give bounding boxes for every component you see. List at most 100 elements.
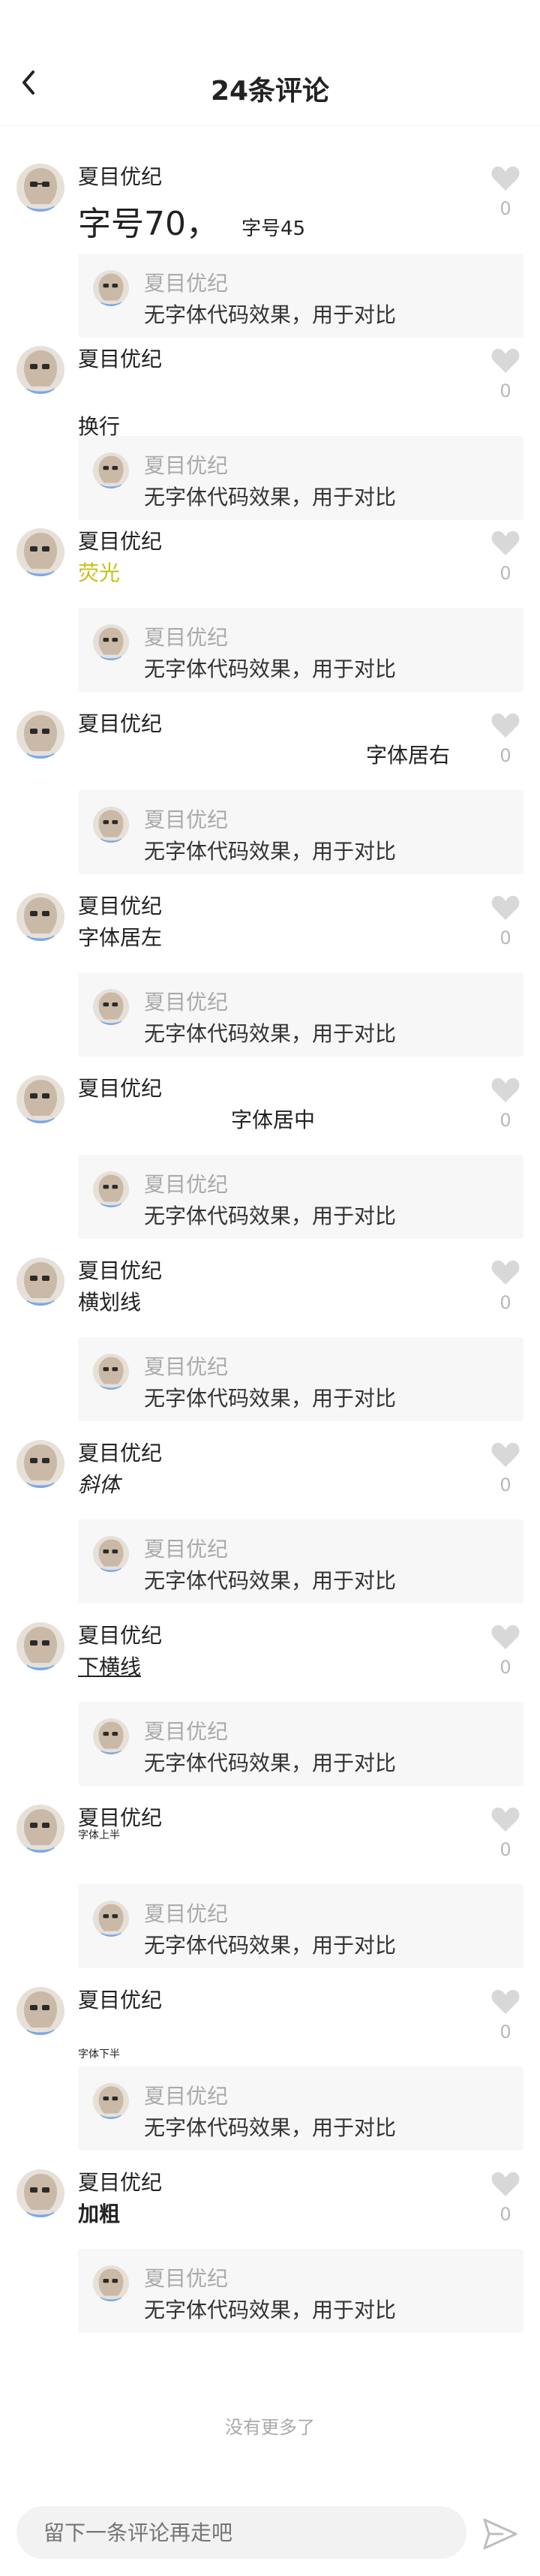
like-button[interactable]: 0 [489,1624,522,1678]
comment-text-big: 字号70， [78,205,219,243]
comment-item: 夏目优纪 斜体 0 夏目优纪 无字体代码效果，用于对比 [0,1402,540,1604]
avatar[interactable] [16,1440,64,1488]
user-name[interactable]: 夏目优纪 [78,1984,162,2014]
reply-avatar[interactable] [93,1171,129,1207]
user-name[interactable]: 夏目优纪 [78,1619,162,1649]
reply-avatar[interactable] [93,1354,129,1390]
comment-input[interactable] [16,2506,466,2559]
avatar[interactable] [16,1258,64,1306]
user-name[interactable]: 夏目优纪 [78,1255,162,1285]
reply-avatar[interactable] [93,1536,129,1572]
like-count: 0 [500,1657,512,1678]
reply-user-name[interactable]: 夏目优纪 [144,1898,228,1928]
reply-user-name[interactable]: 夏目优纪 [144,2262,228,2292]
reply-avatar[interactable] [93,807,129,843]
reply-item: 夏目优纪 无字体代码效果，用于对比 [78,2249,524,2333]
reply-avatar[interactable] [93,624,129,660]
reply-avatar[interactable] [93,989,129,1025]
reply-user-name[interactable]: 夏目优纪 [144,267,228,297]
comment-text: 字体下半 [78,2012,468,2060]
like-button[interactable]: 0 [489,2171,522,2225]
heart-icon [491,1442,520,1467]
avatar[interactable] [16,1805,64,1853]
like-button[interactable]: 0 [489,1077,522,1131]
comment-text: 荧光 [78,561,121,585]
heart-icon [491,1807,520,1832]
heart-icon [491,531,520,555]
reply-avatar[interactable] [93,452,129,488]
user-name[interactable]: 夏目优纪 [78,708,162,738]
like-button[interactable]: 0 [489,347,522,401]
avatar[interactable] [16,528,64,576]
comment-text: 字体居中 [230,1108,315,1132]
heart-icon [491,2172,520,2196]
like-button[interactable]: 0 [489,1441,522,1495]
reply-user-name[interactable]: 夏目优纪 [144,449,228,479]
like-count: 0 [500,927,512,948]
comment-input-bar[interactable] [16,2506,466,2559]
avatar[interactable] [16,1622,64,1670]
user-name[interactable]: 夏目优纪 [78,1437,162,1467]
like-button[interactable]: 0 [489,1988,522,2042]
comment-item: 夏目优纪 字体下半 0 夏目优纪 无字体代码效果，用于对比 [0,1949,540,2151]
reply-avatar[interactable] [93,2265,129,2301]
comment-text: 字号70， 字号45 [78,197,468,245]
reply-avatar[interactable] [93,1901,129,1937]
like-count: 0 [500,1474,512,1495]
reply-user-name[interactable]: 夏目优纪 [144,1715,228,1745]
comment-text: 字体居右 [365,743,450,768]
avatar[interactable] [16,164,64,212]
comment-text: 斜体 [78,1472,121,1497]
like-button[interactable]: 0 [489,712,522,766]
reply-user-name[interactable]: 夏目优纪 [144,621,228,651]
comment-item: 夏目优纪 字体居左 0 夏目优纪 无字体代码效果，用于对比 [0,855,540,1057]
comment-text-small: 字号45 [242,218,306,240]
reply-user-name[interactable]: 夏目优纪 [144,1168,228,1198]
comment-item: 夏目优纪 字体居右 0 夏目优纪 无字体代码效果，用于对比 [0,673,540,874]
comment-item: 夏目优纪 字号70， 字号45 0 夏目优纪 无字体代码效果，用于对比 [0,126,540,338]
user-name[interactable]: 夏目优纪 [78,525,162,555]
heart-icon [491,713,520,738]
like-button[interactable]: 0 [489,1259,522,1313]
user-name[interactable]: 夏目优纪 [78,161,162,191]
reply-avatar[interactable] [93,1718,129,1754]
heart-icon [491,895,520,920]
like-button[interactable]: 0 [489,165,522,219]
avatar[interactable] [16,346,64,394]
like-button[interactable]: 0 [489,530,522,584]
comment-text: 横划线 [78,1290,142,1315]
reply-user-name[interactable]: 夏目优纪 [144,2080,228,2110]
user-name[interactable]: 夏目优纪 [78,2166,162,2196]
user-name[interactable]: 夏目优纪 [78,343,162,373]
avatar[interactable] [16,711,64,759]
comment-item: 夏目优纪 下横线 0 夏目优纪 无字体代码效果，用于对比 [0,1585,540,1786]
heart-icon [491,1989,520,2014]
send-icon [483,2518,518,2550]
reply-avatar[interactable] [93,270,129,306]
like-count: 0 [500,1839,512,1860]
like-button[interactable]: 0 [489,894,522,948]
like-button[interactable]: 0 [489,1806,522,1860]
reply-user-name[interactable]: 夏目优纪 [144,986,228,1016]
avatar[interactable] [16,893,64,941]
user-name[interactable]: 夏目优纪 [78,890,162,920]
like-count: 0 [500,2204,512,2225]
reply-user-name[interactable]: 夏目优纪 [144,1351,228,1381]
app-header: 24条评论 [0,0,540,126]
reply-avatar[interactable] [93,2083,129,2119]
comment-item: 夏目优纪 字体上半 0 夏目优纪 无字体代码效果，用于对比 [0,1767,540,1968]
like-count: 0 [500,745,512,766]
avatar[interactable] [16,2169,64,2217]
like-count: 0 [500,380,512,401]
avatar[interactable] [16,1987,64,2035]
avatar[interactable] [16,1075,64,1123]
page-title: 24条评论 [210,76,330,107]
comment-text: 字体上半 [78,1829,120,1841]
send-button[interactable] [480,2514,520,2554]
comment-text: 下横线 [78,1655,142,1679]
comment-item: 夏目优纪 加粗 0 夏目优纪 无字体代码效果，用于对比 [0,2132,540,2333]
reply-user-name[interactable]: 夏目优纪 [144,804,228,834]
like-count: 0 [500,1110,512,1131]
reply-user-name[interactable]: 夏目优纪 [144,1533,228,1563]
user-name[interactable]: 夏目优纪 [78,1072,162,1102]
